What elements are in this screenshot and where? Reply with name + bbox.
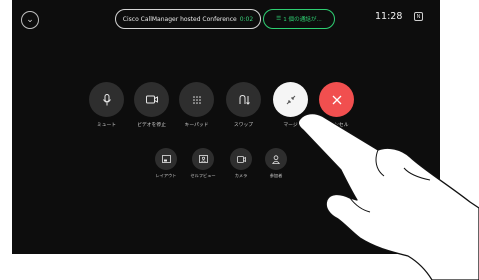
pointing-hand-illustration (297, 112, 479, 280)
